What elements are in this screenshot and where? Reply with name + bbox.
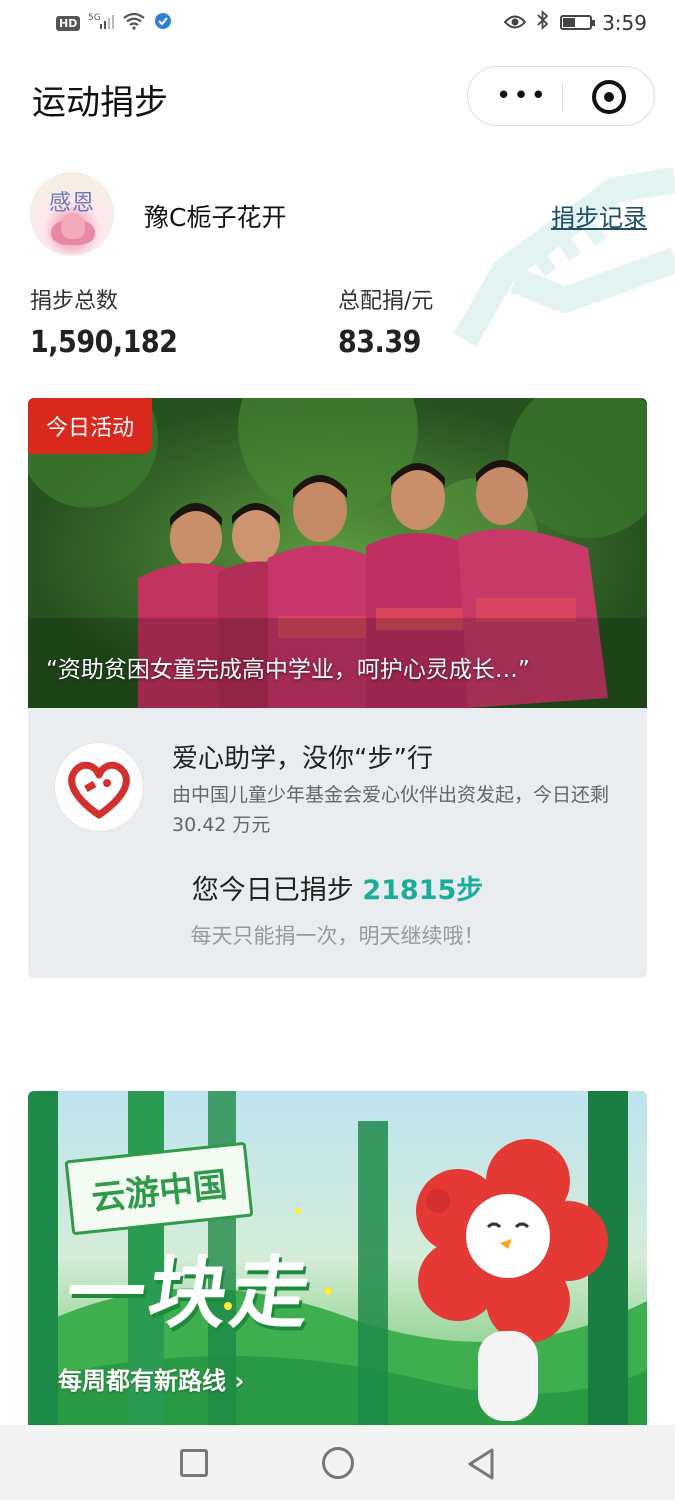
stat-value: 83.39 <box>338 325 421 360</box>
screen: HD 5G 3:59 运动捐步 ••• 感恩 豫C栀子花开 捐步记录 捐步总数 … <box>0 0 675 1500</box>
recent-apps-icon[interactable] <box>180 1449 208 1477</box>
today-prefix: 您今日已捐步 <box>191 875 363 906</box>
stat-value: 1,590,182 <box>30 325 178 360</box>
battery-fill <box>563 18 576 27</box>
eye-icon <box>503 11 527 35</box>
miniprogram-capsule: ••• <box>467 66 655 126</box>
signal-label: 5G <box>88 13 101 23</box>
battery-icon <box>560 15 596 30</box>
banner-headline: 一块走 <box>60 1249 320 1339</box>
close-miniprogram-icon[interactable] <box>592 80 626 114</box>
status-bar: HD 5G 3:59 <box>0 0 675 50</box>
donation-record-link[interactable]: 捐步记录 <box>551 198 647 233</box>
decorative-shoe-graphic <box>445 150 675 370</box>
banner-subtitle-link[interactable]: 每周都有新路线 › <box>58 1361 244 1396</box>
project-description: 由中国儿童少年基金会爱心伙伴出资发起，今日还剩 30.42 万元 <box>172 784 610 836</box>
activity-info: 爱心助学，没你“步”行 由中国儿童少年基金会爱心伙伴出资发起，今日还剩 30.4… <box>28 708 647 978</box>
cloud-tour-banner[interactable]: 云游中国 一块走 每周都有新路线 › <box>28 1091 647 1425</box>
username: 豫C栀子花开 <box>144 203 287 232</box>
app-notification-icon <box>154 12 172 34</box>
back-icon[interactable] <box>466 1447 496 1485</box>
status-left: HD 5G <box>56 12 172 34</box>
hd-badge: HD <box>56 15 81 31</box>
stat-label: 捐步总数 <box>30 289 119 314</box>
today-activity-badge: 今日活动 <box>28 398 153 454</box>
today-note: 每天只能捐一次，明天继续哦！ <box>190 924 485 948</box>
title-bar: 运动捐步 ••• <box>0 55 675 135</box>
wifi-icon <box>122 12 146 34</box>
today-steps-count: 21815步 <box>362 875 484 906</box>
today-donated-steps: 您今日已捐步 21815步 <box>28 868 647 907</box>
stat-label: 总配捐/元 <box>338 289 434 314</box>
project-title: 爱心助学，没你“步”行 <box>172 744 433 774</box>
capsule-divider <box>562 83 563 111</box>
avatar-lotus-bud <box>61 213 85 239</box>
stat-total-steps: 捐步总数 1,590,182 <box>30 283 178 360</box>
page-title: 运动捐步 <box>32 83 168 123</box>
heart-logo-icon <box>54 742 144 832</box>
status-time: 3:59 <box>602 10 647 35</box>
activity-card[interactable]: 今日活动 “资助贫困女童完成高中学业，呵护心灵成长…” 爱心助学，没你“步”行 … <box>28 398 647 978</box>
bluetooth-icon <box>536 9 550 35</box>
avatar: 感恩 <box>30 172 114 256</box>
signal-icon: 5G <box>88 12 115 34</box>
system-nav-bar <box>0 1425 675 1500</box>
home-icon[interactable] <box>322 1447 354 1479</box>
stat-total-match: 总配捐/元 83.39 <box>338 283 433 360</box>
activity-caption: “资助贫困女童完成高中学业，呵护心灵成长…” <box>46 657 530 683</box>
more-options-button[interactable]: ••• <box>496 83 548 109</box>
activity-photo[interactable]: 今日活动 “资助贫困女童完成高中学业，呵护心灵成长…” <box>28 398 647 708</box>
status-right: 3:59 <box>503 9 647 35</box>
